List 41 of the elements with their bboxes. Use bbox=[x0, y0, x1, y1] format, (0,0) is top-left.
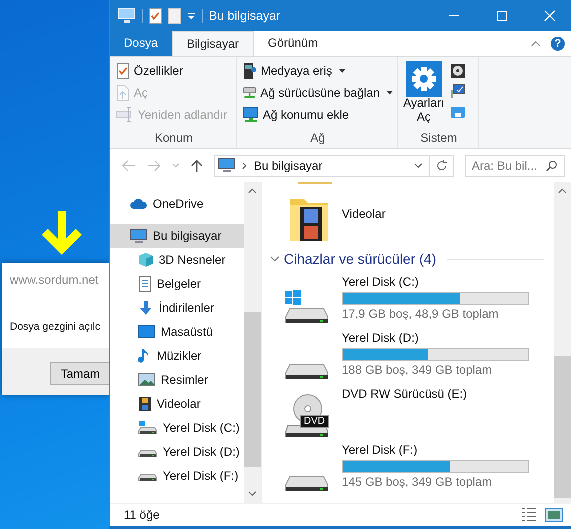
ribbon-command[interactable]: Ağ konumu ekle bbox=[243, 105, 393, 125]
dialog-title: www.sordum.net bbox=[9, 272, 100, 287]
dvd-label: DVD bbox=[300, 415, 330, 428]
ribbon-command[interactable]: Ağ sürücüsüne bağlan bbox=[243, 83, 393, 103]
help-button[interactable]: ? bbox=[551, 36, 565, 50]
drive-name[interactable]: Yerel Disk (F:) bbox=[342, 443, 529, 458]
ok-button[interactable]: Tamam bbox=[50, 362, 110, 385]
address-field[interactable]: Bu bilgisayar bbox=[214, 154, 454, 176]
folder-item[interactable]: Videolar bbox=[270, 187, 554, 247]
ribbon-tab[interactable]: Bilgisayar bbox=[172, 31, 254, 56]
window-title: Bu bilgisayar bbox=[209, 8, 281, 22]
nav-item[interactable]: Resimler bbox=[110, 368, 244, 392]
dialog-message: Dosya gezgini açılc bbox=[9, 320, 102, 333]
drive-name[interactable]: Yerel Disk (C:) bbox=[342, 275, 529, 290]
nav-item[interactable]: Müzikler bbox=[110, 344, 244, 368]
ribbon-command[interactable]: Özellikler bbox=[116, 61, 232, 81]
group-label: Ağ bbox=[310, 131, 326, 145]
item-count: 11 öğe bbox=[124, 508, 160, 522]
nav-item[interactable]: OneDrive bbox=[110, 192, 244, 216]
nav-item[interactable]: Yerel Disk (F:) bbox=[110, 464, 244, 488]
ribbon-tab[interactable]: Dosya bbox=[110, 31, 172, 56]
search-field[interactable]: Ara: Bu bil... bbox=[465, 154, 565, 176]
drive-name[interactable]: DVD RW Sürücüsü (E:) bbox=[342, 387, 468, 402]
drive-space: 188 GB boş, 349 GB toplam bbox=[342, 363, 494, 377]
ribbon-command[interactable]: Medyaya eriş bbox=[243, 61, 393, 81]
group-label: Sistem bbox=[420, 131, 458, 145]
drive-space: 17,9 GB boş, 48,9 GB toplam bbox=[342, 307, 500, 321]
nav-item[interactable]: Yerel Disk (D:) bbox=[110, 440, 244, 464]
nav-item[interactable]: Belgeler bbox=[110, 272, 244, 296]
nav-item[interactable]: İndirilenler bbox=[110, 296, 244, 320]
drive-name[interactable]: Yerel Disk (D:) bbox=[342, 331, 529, 346]
settings-button[interactable]: Ayarları Aç bbox=[404, 61, 444, 131]
nav-item[interactable]: Yerel Disk (C:) bbox=[110, 416, 244, 440]
nav-item[interactable]: Videolar bbox=[110, 392, 244, 416]
nav-item[interactable]: Masaüstü bbox=[110, 320, 244, 344]
group-label: Konum bbox=[154, 131, 194, 145]
group-header[interactable]: Cihazlar ve sürücüler (4) bbox=[270, 247, 554, 271]
nav-item[interactable]: Bu bilgisayar bbox=[110, 224, 244, 248]
drive-space: 145 GB boş, 349 GB toplam bbox=[342, 475, 494, 489]
ribbon-tab[interactable]: Görünüm bbox=[254, 31, 332, 56]
nav-item[interactable]: 3D Nesneler bbox=[110, 248, 244, 272]
